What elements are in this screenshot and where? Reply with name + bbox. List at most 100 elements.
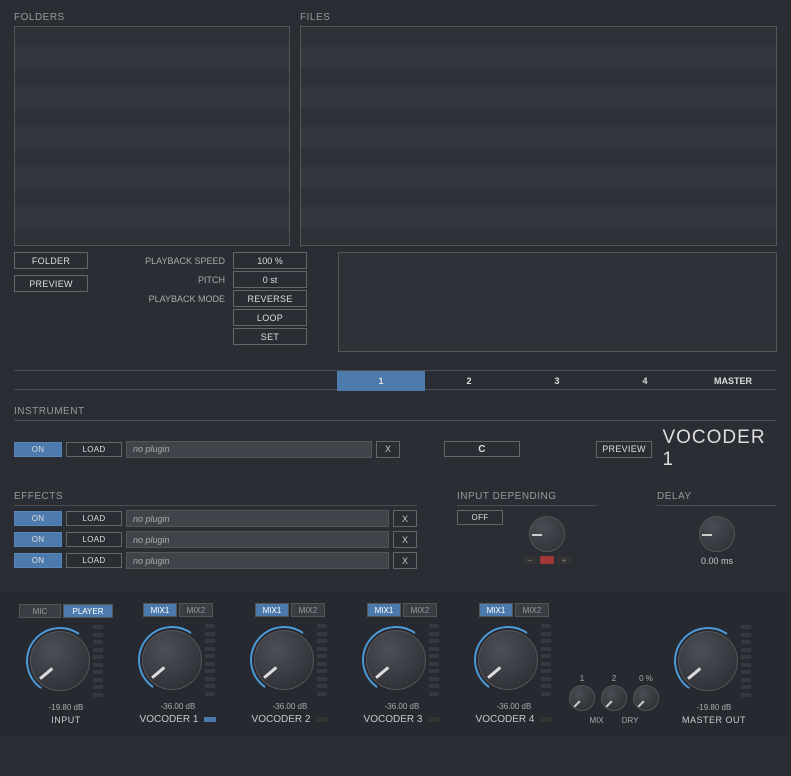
tab-2[interactable]: 2 — [425, 371, 513, 391]
voc2-label: VOCODER 2 — [252, 714, 311, 725]
voc4-mix2-button[interactable]: MIX2 — [515, 603, 549, 617]
voc2-mix1-button[interactable]: MIX1 — [255, 603, 289, 617]
instrument-load-button[interactable]: LOAD — [66, 442, 122, 457]
folders-label: FOLDERS — [14, 12, 290, 23]
voc3-value: -36.00 dB — [385, 702, 420, 711]
input-depending-toggle[interactable]: OFF — [457, 510, 503, 525]
mix-num-2: 2 — [612, 674, 616, 683]
waveform-preview[interactable] — [338, 252, 777, 352]
effects-label: EFFECTS — [14, 491, 417, 502]
voc3-label: VOCODER 3 — [364, 714, 423, 725]
preview-button[interactable]: PREVIEW — [14, 275, 88, 292]
list-item — [15, 107, 289, 127]
voc4-label: VOCODER 4 — [476, 714, 535, 725]
voc2-gain-knob[interactable] — [254, 630, 314, 690]
mix-label: MIX — [590, 716, 604, 725]
mix-num-1: 1 — [580, 674, 584, 683]
voc1-active-led-icon — [204, 717, 216, 722]
voc4-active-led-icon — [540, 717, 552, 722]
list-item — [15, 167, 289, 187]
voc3-mix1-button[interactable]: MIX1 — [367, 603, 401, 617]
list-item — [15, 127, 289, 147]
voc1-mix1-button[interactable]: MIX1 — [143, 603, 177, 617]
fx2-clear-button[interactable]: X — [393, 531, 417, 548]
list-item — [301, 107, 776, 127]
instrument-on-button[interactable]: ON — [14, 442, 62, 457]
tab-1[interactable]: 1 — [337, 371, 425, 391]
input-depending-knob[interactable] — [529, 516, 565, 552]
player-button[interactable]: PLAYER — [63, 604, 113, 618]
list-item — [301, 47, 776, 67]
files-label: FILES — [300, 12, 777, 23]
list-item — [301, 147, 776, 167]
tab-3[interactable]: 3 — [513, 371, 601, 391]
list-item — [15, 207, 289, 227]
delay-label: DELAY — [657, 491, 777, 502]
fx3-plugin-name[interactable]: no plugin — [126, 552, 389, 569]
list-item — [15, 187, 289, 207]
playback-speed-label: PLAYBACK SPEED — [128, 256, 233, 266]
tab-4[interactable]: 4 — [601, 371, 689, 391]
mix-knob-1[interactable] — [569, 685, 595, 711]
list-item — [15, 227, 289, 246]
voc1-value: -36.00 dB — [161, 702, 196, 711]
delay-value: 0.00 ms — [701, 556, 733, 566]
fx1-load-button[interactable]: LOAD — [66, 511, 122, 526]
plus-icon: + — [557, 556, 571, 564]
list-item — [15, 147, 289, 167]
input-value: -19.80 dB — [49, 703, 84, 712]
voc1-label: VOCODER 1 — [140, 714, 199, 725]
set-button[interactable]: SET — [233, 328, 307, 345]
instrument-label: INSTRUMENT — [14, 406, 777, 417]
voc3-gain-knob[interactable] — [366, 630, 426, 690]
voc3-active-led-icon — [428, 717, 440, 722]
mix-knob-2[interactable] — [601, 685, 627, 711]
voc3-mix2-button[interactable]: MIX2 — [403, 603, 437, 617]
voc4-mix1-button[interactable]: MIX1 — [479, 603, 513, 617]
dry-label: DRY — [622, 716, 639, 725]
fx3-load-button[interactable]: LOAD — [66, 553, 122, 568]
voc2-value: -36.00 dB — [273, 702, 308, 711]
voc1-gain-knob[interactable] — [142, 630, 202, 690]
fx1-clear-button[interactable]: X — [393, 510, 417, 527]
loop-button[interactable]: LOOP — [233, 309, 307, 326]
list-item — [15, 87, 289, 107]
list-item — [301, 87, 776, 107]
instrument-preview-button[interactable]: PREVIEW — [596, 441, 653, 458]
pitch-value[interactable]: 0 st — [233, 271, 307, 288]
list-item — [301, 67, 776, 87]
list-item — [15, 67, 289, 87]
dry-knob[interactable] — [633, 685, 659, 711]
key-selector[interactable]: C — [444, 441, 520, 457]
fx3-clear-button[interactable]: X — [393, 552, 417, 569]
voc4-gain-knob[interactable] — [478, 630, 538, 690]
list-item — [301, 207, 776, 227]
fx3-on-button[interactable]: ON — [14, 553, 62, 568]
tab-master[interactable]: MASTER — [689, 371, 777, 391]
voc2-active-led-icon — [316, 717, 328, 722]
input-gain-knob[interactable] — [30, 631, 90, 691]
fx2-load-button[interactable]: LOAD — [66, 532, 122, 547]
mic-button[interactable]: MIC — [19, 604, 61, 618]
list-item — [301, 187, 776, 207]
files-list[interactable] — [300, 26, 777, 246]
instrument-plugin-name[interactable]: no plugin — [126, 441, 372, 458]
voc1-mix2-button[interactable]: MIX2 — [179, 603, 213, 617]
folders-list[interactable] — [14, 26, 290, 246]
fx2-on-button[interactable]: ON — [14, 532, 62, 547]
fx2-plugin-name[interactable]: no plugin — [126, 531, 389, 548]
fx1-on-button[interactable]: ON — [14, 511, 62, 526]
folder-button[interactable]: FOLDER — [14, 252, 88, 269]
playback-speed-value[interactable]: 100 % — [233, 252, 307, 269]
master-gain-knob[interactable] — [678, 631, 738, 691]
list-item — [301, 167, 776, 187]
fx1-plugin-name[interactable]: no plugin — [126, 510, 389, 527]
reverse-button[interactable]: REVERSE — [233, 290, 307, 307]
voc4-value: -36.00 dB — [497, 702, 532, 711]
input-channel-label: INPUT — [51, 715, 81, 725]
minus-icon: − — [523, 556, 537, 564]
delay-knob[interactable] — [699, 516, 735, 552]
list-item — [301, 127, 776, 147]
instrument-clear-button[interactable]: X — [376, 441, 400, 458]
voc2-mix2-button[interactable]: MIX2 — [291, 603, 325, 617]
